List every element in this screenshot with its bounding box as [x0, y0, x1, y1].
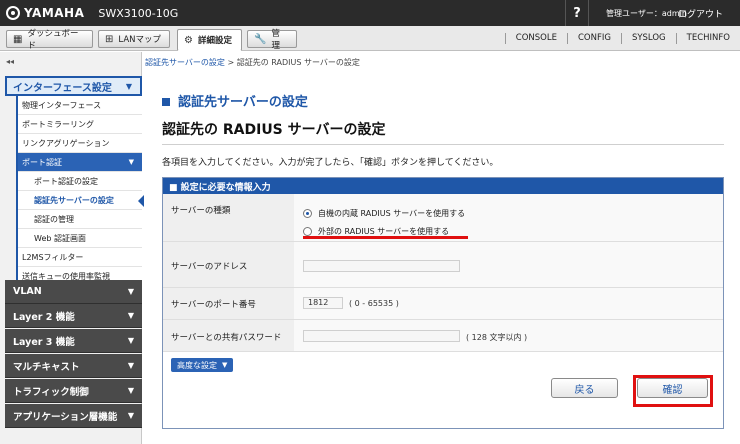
sidebar-item-port-auth-label: ポート認証: [22, 158, 62, 167]
logout-link[interactable]: ログアウト: [678, 7, 723, 20]
sidebar-item-physical-interface[interactable]: 物理インターフェース: [18, 96, 142, 115]
yamaha-logo-icon: [6, 6, 20, 20]
breadcrumb-current: 認証先の RADIUS サーバーの設定: [236, 58, 360, 67]
sidebar-item-link-aggregation[interactable]: リンクアグリゲーション: [18, 134, 142, 153]
page-title: 認証先の RADIUS サーバーの設定: [162, 122, 386, 138]
back-button[interactable]: 戻る: [551, 378, 618, 398]
port-label: サーバーのポート番号: [163, 288, 294, 319]
config-link[interactable]: CONFIG: [566, 33, 621, 44]
tool-links: CONSOLE CONFIG SYSLOG TECHINFO: [504, 26, 740, 51]
brand-name: YAMAHA: [24, 6, 85, 20]
server-type-row: サーバーの種類 自機の内蔵 RADIUS サーバーを使用する 外部の RADIU…: [163, 194, 723, 242]
sidebar-section-vlan-label: VLAN: [13, 286, 42, 297]
help-button[interactable]: ?: [565, 0, 589, 26]
sidebar-section-label: インターフェース設定: [13, 82, 112, 94]
console-link[interactable]: CONSOLE: [504, 33, 567, 44]
tab-dashboard-label: ダッシュボード: [27, 29, 79, 51]
address-input[interactable]: [303, 260, 460, 272]
address-row: サーバーのアドレス: [163, 242, 723, 288]
advanced-settings-button[interactable]: 高度な設定 ▼: [171, 358, 234, 372]
tab-management-label: 管 理: [271, 29, 289, 51]
advanced-settings-label: 高度な設定: [177, 360, 217, 370]
breadcrumb-link[interactable]: 認証先サーバーの設定: [145, 58, 225, 67]
password-label: サーバーとの共有パスワード: [163, 320, 294, 351]
chevron-down-icon: ▼: [127, 386, 134, 395]
sidebar-section-application-label: アプリケーション層機能: [13, 411, 118, 423]
chevron-down-icon: ▼: [222, 361, 228, 369]
password-hint: ( 128 文字以内 ): [466, 333, 528, 342]
model-name: SWX3100-10G: [98, 6, 179, 20]
top-bar: YAMAHA SWX3100-10G ? 管理ユーザー：admin ログアウト: [0, 0, 740, 26]
syslog-link[interactable]: SYSLOG: [620, 33, 676, 44]
tab-management[interactable]: 🔧 管 理: [247, 29, 297, 51]
section-title-text: 認証先サーバーの設定: [178, 95, 308, 110]
sidebar-section-multicast[interactable]: マルチキャスト ▼: [5, 354, 142, 378]
sidebar-section-layer3[interactable]: Layer 3 機能 ▼: [5, 329, 142, 353]
divider: [162, 144, 724, 145]
sidebar-item-port-auth[interactable]: ポート認証 ▼: [18, 153, 142, 172]
sidebar-item-web-auth-screen[interactable]: Web 認証画面: [18, 229, 142, 248]
password-input[interactable]: [303, 330, 460, 342]
sidebar-item-port-mirroring[interactable]: ポートミラーリング: [18, 115, 142, 134]
radio-checked-icon: [303, 209, 312, 218]
sidebar-item-auth-server-settings[interactable]: 認証先サーバーの設定: [18, 191, 144, 210]
confirm-highlight-box: [633, 375, 713, 407]
techinfo-link[interactable]: TECHINFO: [675, 33, 740, 44]
port-input[interactable]: 1812: [303, 297, 343, 309]
tab-lan-map-label: LANマップ: [118, 35, 161, 45]
panel-title: ■ 設定に必要な情報入力: [163, 178, 723, 194]
port-row: サーバーのポート番号 1812 ( 0 - 65535 ): [163, 288, 723, 320]
sidebar-section-application[interactable]: アプリケーション層機能 ▼: [5, 404, 142, 428]
sidebar-section-layer3-label: Layer 3 機能: [13, 336, 75, 348]
sidebar-section-traffic-label: トラフィック制御: [13, 386, 89, 398]
chevron-down-icon: ▼: [127, 287, 134, 296]
collapse-sidebar-button[interactable]: ◂◂: [6, 57, 14, 66]
sidebar-section-layer2-label: Layer 2 機能: [13, 311, 75, 323]
sidebar-section-layer2[interactable]: Layer 2 機能 ▼: [5, 304, 142, 328]
sidebar-section-traffic[interactable]: トラフィック制御 ▼: [5, 379, 142, 403]
tab-advanced-settings[interactable]: ⚙ 詳細設定: [177, 29, 242, 51]
nav-bar: ▦ ダッシュボード ⊞ LANマップ ⚙ 詳細設定 🔧 管 理 CONSOLE …: [0, 26, 740, 51]
tab-lan-map[interactable]: ⊞ LANマップ: [98, 30, 170, 48]
wrench-icon: 🔧: [254, 33, 267, 45]
tab-advanced-settings-label: 詳細設定: [197, 36, 232, 46]
sidebar: ◂◂ インターフェース設定 ▼ 物理インターフェース ポートミラーリング リンク…: [0, 52, 144, 444]
chevron-down-icon: ▼: [127, 361, 134, 370]
square-bullet-icon: [162, 98, 170, 106]
yamaha-logo: YAMAHA: [6, 6, 84, 20]
sidebar-section-vlan[interactable]: VLAN ▼: [5, 280, 142, 304]
chevron-down-icon: ▼: [127, 311, 134, 320]
lan-map-icon: ⊞: [105, 33, 114, 45]
sidebar-submenu: 物理インターフェース ポートミラーリング リンクアグリゲーション ポート認証 ▼…: [16, 96, 144, 286]
address-label: サーバーのアドレス: [163, 242, 294, 287]
server-type-label: サーバーの種類: [163, 194, 294, 241]
port-range-hint: ( 0 - 65535 ): [349, 299, 399, 308]
gear-icon: ⚙: [184, 34, 193, 46]
page-description: 各項目を入力してください。入力が完了したら、「確認」ボタンを押してください。: [162, 158, 499, 168]
radio-internal-label: 自機の内蔵 RADIUS サーバーを使用する: [318, 209, 466, 218]
sidebar-item-l2ms-filter[interactable]: L2MSフィルター: [18, 248, 142, 267]
breadcrumb: 認証先サーバーの設定 > 認証先の RADIUS サーバーの設定: [145, 57, 360, 68]
sidebar-item-auth-management[interactable]: 認証の管理: [18, 210, 142, 229]
chevron-down-icon: ▼: [127, 336, 134, 345]
radio-internal-server[interactable]: 自機の内蔵 RADIUS サーバーを使用する: [303, 208, 465, 219]
section-title: 認証先サーバーの設定: [162, 91, 308, 110]
breadcrumb-separator: >: [224, 58, 237, 67]
chevron-down-icon: ▼: [128, 158, 134, 166]
radio-external-server[interactable]: 外部の RADIUS サーバーを使用する: [303, 226, 449, 237]
sidebar-section-interface[interactable]: インターフェース設定 ▼: [5, 76, 142, 96]
chevron-down-icon: ▼: [127, 411, 134, 420]
user-label: 管理ユーザー：admin: [606, 9, 687, 18]
dashboard-icon: ▦: [13, 33, 23, 45]
sidebar-item-port-auth-settings[interactable]: ポート認証の設定: [18, 172, 142, 191]
tab-dashboard[interactable]: ▦ ダッシュボード: [6, 29, 93, 51]
sidebar-section-multicast-label: マルチキャスト: [13, 361, 80, 373]
radio-external-label: 外部の RADIUS サーバーを使用する: [318, 227, 450, 236]
radio-unchecked-icon: [303, 227, 312, 236]
chevron-down-icon: ▼: [125, 81, 132, 91]
password-row: サーバーとの共有パスワード ( 128 文字以内 ): [163, 320, 723, 352]
